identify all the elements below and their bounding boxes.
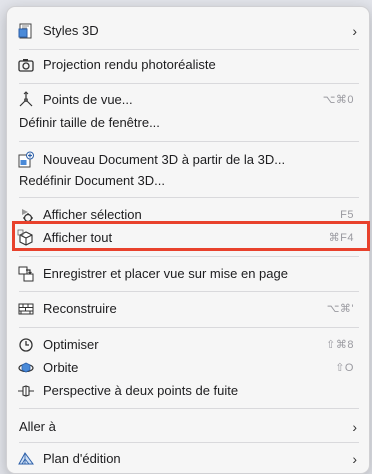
menu-item-label: Afficher sélection xyxy=(43,207,142,222)
menu-item-label: Styles 3D xyxy=(43,23,99,38)
menu-item-viewpoints[interactable]: Points de vue... ⌥⌘0 xyxy=(7,89,369,111)
menu-item-window-size[interactable]: Définir taille de fenêtre... xyxy=(7,112,369,134)
menu-item-label: Points de vue... xyxy=(43,92,133,107)
menu-item-label: Aller à xyxy=(19,419,56,434)
separator xyxy=(19,442,359,443)
menu-item-label: Nouveau Document 3D à partir de la 3D... xyxy=(43,152,286,167)
shortcut-label: ⇧O xyxy=(335,362,354,374)
menu-item-show-all[interactable]: Afficher tout ⌘F4 xyxy=(7,227,369,249)
menu-item-label: Reconstruire xyxy=(43,301,117,316)
menu-item-new-3d-document[interactable]: Nouveau Document 3D à partir de la 3D... xyxy=(7,149,369,171)
menu-item-label: Projection rendu photoréaliste xyxy=(43,57,216,72)
save-place-view-icon xyxy=(17,265,35,283)
viewpoints-icon xyxy=(17,91,35,109)
show-selection-icon xyxy=(17,206,35,224)
menu-item-orbit[interactable]: Orbite ⇧O xyxy=(7,357,369,379)
separator xyxy=(19,197,359,198)
shortcut-label: ⌥⌘0 xyxy=(322,94,354,106)
separator xyxy=(19,49,359,50)
separator xyxy=(19,291,359,292)
editing-plane-icon xyxy=(17,450,35,468)
menu-item-save-place-view[interactable]: Enregistrer et placer vue sur mise en pa… xyxy=(7,263,369,285)
separator xyxy=(19,83,359,84)
chevron-right-icon: › xyxy=(352,451,357,467)
orbit-icon xyxy=(17,359,35,377)
menu-item-photorealistic-render[interactable]: Projection rendu photoréaliste xyxy=(7,54,369,76)
chevron-right-icon: › xyxy=(352,419,357,435)
menu-item-label: Orbite xyxy=(43,360,79,375)
menu-item-label: Optimiser xyxy=(43,337,99,352)
shortcut-label: ⌘F4 xyxy=(328,232,354,244)
menu-item-two-point-perspective[interactable]: Perspective à deux points de fuite xyxy=(7,380,369,402)
optimize-icon xyxy=(17,336,35,354)
menu-item-show-selection[interactable]: Afficher sélection F5 xyxy=(7,204,369,226)
show-all-icon xyxy=(17,229,35,247)
new-3d-document-icon xyxy=(17,151,35,169)
menu-item-label: Redéfinir Document 3D... xyxy=(19,173,165,188)
context-menu: Styles 3D › Projection rendu photoréalis… xyxy=(6,6,370,474)
separator xyxy=(19,256,359,257)
shortcut-label: ⇧⌘8 xyxy=(326,339,354,351)
separator xyxy=(19,327,359,328)
two-point-perspective-icon xyxy=(17,382,35,400)
menu-item-label: Enregistrer et placer vue sur mise en pa… xyxy=(43,266,288,281)
shortcut-label: ⌥⌘' xyxy=(326,303,354,315)
menu-item-label: Définir taille de fenêtre... xyxy=(19,115,160,130)
menu-item-optimize[interactable]: Optimiser ⇧⌘8 xyxy=(7,334,369,356)
shortcut-label: F5 xyxy=(340,209,354,221)
menu-item-editing-plane[interactable]: Plan d'édition › xyxy=(7,448,369,470)
menu-item-redefine-3d-document[interactable]: Redéfinir Document 3D... xyxy=(7,170,369,192)
separator xyxy=(19,408,359,409)
rebuild-icon xyxy=(17,300,35,318)
menu-item-label: Plan d'édition xyxy=(43,451,121,466)
menu-item-label: Perspective à deux points de fuite xyxy=(43,383,239,398)
camera-icon xyxy=(17,56,35,74)
menu-item-label: Afficher tout xyxy=(43,230,113,245)
styles-3d-icon xyxy=(17,22,35,40)
menu-item-go-to[interactable]: Aller à › xyxy=(7,416,369,438)
separator xyxy=(19,141,359,142)
menu-item-styles-3d[interactable]: Styles 3D › xyxy=(7,20,369,42)
menu-item-rebuild[interactable]: Reconstruire ⌥⌘' xyxy=(7,298,369,320)
chevron-right-icon: › xyxy=(352,23,357,39)
